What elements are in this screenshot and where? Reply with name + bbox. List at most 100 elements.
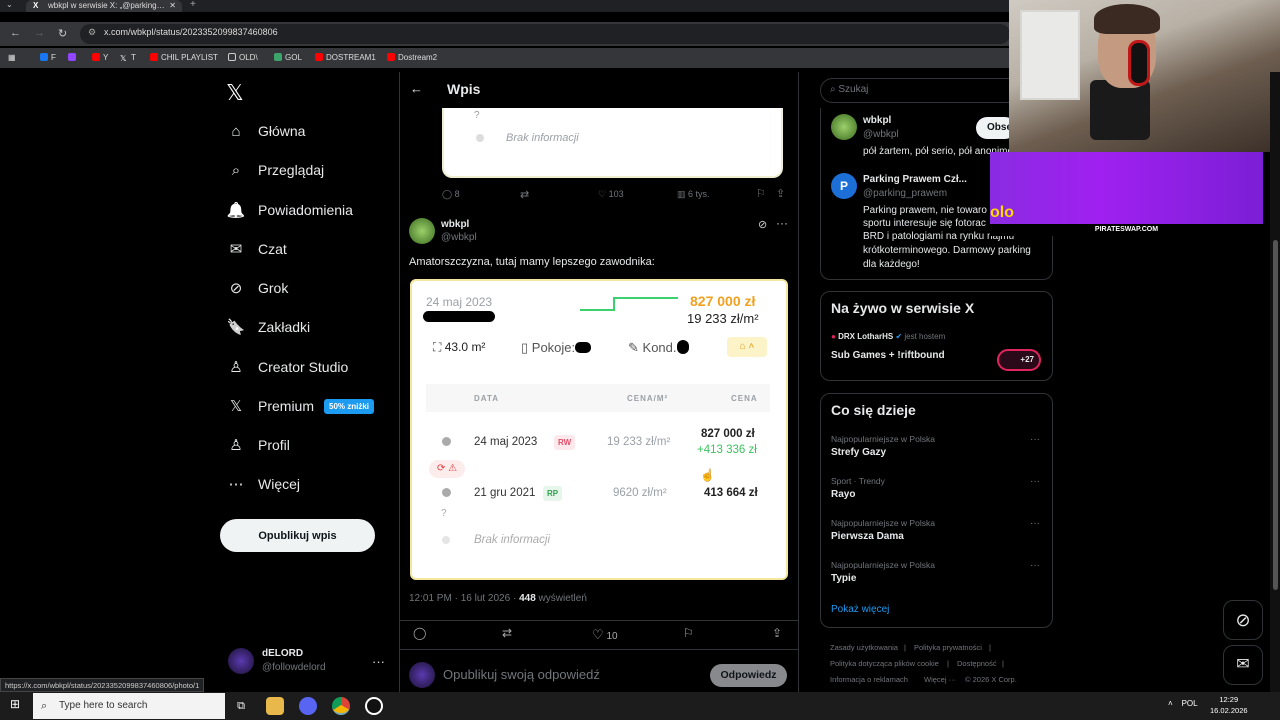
- like-action[interactable]: ♡ 103: [598, 189, 624, 200]
- discord-icon[interactable]: [299, 697, 317, 715]
- bookmark-favicon-icon: [315, 53, 323, 61]
- footer-link[interactable]: Zasady użytkowania: [830, 643, 898, 652]
- author-handle[interactable]: @wbkpl: [441, 232, 477, 243]
- bookmark-item[interactable]: CHIL PLAYLIST: [150, 53, 218, 62]
- bookmark-item[interactable]: Dostream2: [387, 53, 437, 62]
- bookmark-favicon-icon: [387, 53, 395, 61]
- bookmark-item[interactable]: GOL: [274, 53, 302, 62]
- x-logo-icon[interactable]: 𝕏: [226, 80, 244, 106]
- live-listener-count[interactable]: +27: [997, 349, 1041, 371]
- account-name[interactable]: wbkpl: [863, 115, 891, 126]
- footer-link[interactable]: Polityka dotycząca plików cookie: [830, 659, 939, 668]
- taskbar-clock[interactable]: 12:29 16.02.2026: [1210, 694, 1248, 716]
- reply-action[interactable]: ◯ 8: [442, 189, 460, 200]
- repost-icon[interactable]: ⇄: [520, 188, 529, 201]
- file-explorer-icon[interactable]: [266, 697, 284, 715]
- listing-rooms: ▯ Pokoje:: [521, 340, 592, 356]
- reply-icon[interactable]: ◯: [413, 626, 426, 640]
- nav-item-more[interactable]: ⋯ Więcej: [226, 472, 301, 496]
- nav-item-home[interactable]: ⌂ Główna: [226, 119, 305, 143]
- trend-name[interactable]: Rayo: [831, 489, 855, 500]
- trend-more-icon[interactable]: ···: [1030, 434, 1040, 445]
- author-name[interactable]: wbkpl: [441, 219, 469, 230]
- post-more-icon[interactable]: ···: [776, 216, 788, 230]
- like-action[interactable]: ♡ 10: [592, 627, 618, 643]
- trend-name[interactable]: Typie: [831, 573, 856, 584]
- bookmark-item[interactable]: Y: [92, 53, 108, 62]
- footer-link[interactable]: Informacja o reklamach: [830, 675, 908, 684]
- back-arrow-icon[interactable]: ←: [410, 81, 423, 96]
- bookmark-item[interactable]: [68, 53, 79, 62]
- bookmark-folder[interactable]: OLD\: [228, 53, 258, 62]
- post-button[interactable]: Opublikuj wpis: [220, 519, 375, 552]
- reply-button[interactable]: Odpowiedz: [710, 664, 787, 687]
- keyboard-language[interactable]: POL: [1182, 699, 1198, 708]
- nav-item-profile[interactable]: ♙ Profil: [226, 433, 290, 457]
- nav-item-notifications[interactable]: 🔔 Powiadomienia: [226, 198, 353, 222]
- close-tab-icon[interactable]: ✕: [169, 0, 176, 11]
- chrome-icon[interactable]: [332, 697, 350, 715]
- live-host[interactable]: ● DRX LotharHS ✔ jest hostem: [831, 332, 945, 341]
- grok-explain-icon[interactable]: ⊘: [758, 218, 767, 231]
- bookmark-favicon-icon: [68, 53, 76, 61]
- author-avatar[interactable]: [409, 218, 435, 244]
- trend-name[interactable]: Pierwsza Dama: [831, 531, 904, 542]
- user-avatar[interactable]: [228, 648, 254, 674]
- no-info-text: Brak informacji: [506, 132, 579, 144]
- footer-more-link[interactable]: Więcej ···: [924, 675, 956, 684]
- hand-cursor-icon: ☝: [700, 468, 715, 482]
- nav-item-creator-studio[interactable]: ♙ Creator Studio: [226, 355, 348, 379]
- nav-item-explore[interactable]: ⌕ Przeglądaj: [226, 158, 324, 182]
- show-more-link[interactable]: Pokaż więcej: [831, 604, 889, 615]
- messages-fab-icon[interactable]: ✉: [1223, 645, 1263, 685]
- apps-grid-icon[interactable]: ▦: [8, 53, 16, 62]
- forward-arrow-icon[interactable]: →: [34, 27, 45, 39]
- parking-avatar[interactable]: P: [831, 173, 857, 199]
- reload-icon[interactable]: ↻: [58, 27, 67, 40]
- user-name[interactable]: dELORD: [262, 648, 303, 659]
- repost-icon[interactable]: ⇄: [502, 626, 512, 640]
- back-arrow-icon[interactable]: ←: [10, 27, 21, 39]
- nav-item-grok[interactable]: ⊘ Grok: [226, 276, 289, 300]
- trend-name[interactable]: Strefy Gazy: [831, 447, 886, 458]
- col-date: DATA: [474, 394, 500, 403]
- account-handle: @parking_prawem: [863, 188, 948, 199]
- bookmark-icon[interactable]: ⚐: [683, 626, 694, 640]
- chart-toggle-button[interactable]: ⌂ ˄: [727, 337, 767, 357]
- bookmark-item[interactable]: DOSTREAM1: [315, 53, 376, 62]
- obs-icon[interactable]: [365, 697, 383, 715]
- grok-fab-icon[interactable]: ⊘: [1223, 600, 1263, 640]
- browser-tab[interactable]: X wbkpl w serwisie X: „@parking… ✕: [26, 0, 182, 12]
- task-view-icon[interactable]: ⧉: [232, 697, 250, 715]
- bookmark-icon[interactable]: ⚐: [756, 187, 766, 200]
- share-icon[interactable]: ⇪: [772, 626, 782, 640]
- site-info-icon[interactable]: ⚙: [88, 27, 96, 38]
- account-avatar[interactable]: [831, 114, 857, 140]
- nav-item-chat[interactable]: ✉ Czat: [226, 237, 287, 261]
- nav-item-bookmarks[interactable]: 🔖 Zakładki: [226, 315, 310, 339]
- trend-more-icon[interactable]: ···: [1030, 518, 1040, 529]
- tab-search-icon[interactable]: ⌄: [6, 0, 13, 9]
- share-icon[interactable]: ⇪: [776, 187, 785, 200]
- live-stream-title[interactable]: Sub Games + !riftbound: [831, 350, 945, 361]
- account-more-icon[interactable]: ···: [372, 654, 385, 669]
- nav-item-premium[interactable]: 𝕏 Premium: [226, 394, 314, 418]
- footer-link[interactable]: Polityka prywatności: [914, 643, 982, 652]
- trend-more-icon[interactable]: ···: [1030, 476, 1040, 487]
- taskbar-search[interactable]: ⌕ Type here to search: [33, 693, 225, 719]
- reply-input[interactable]: Opublikuj swoją odpowiedź: [443, 667, 600, 682]
- previous-post-image[interactable]: [442, 108, 783, 178]
- trend-more-icon[interactable]: ···: [1030, 560, 1040, 571]
- url-text[interactable]: x.com/wbkpl/status/2023352099837460806: [104, 27, 278, 37]
- account-name[interactable]: Parking Prawem Czł...: [863, 174, 967, 185]
- bookmark-item[interactable]: F: [40, 53, 56, 62]
- scrollbar-thumb[interactable]: [1273, 240, 1278, 590]
- webcam-microphone: [1090, 80, 1150, 140]
- windows-start-icon[interactable]: ⊞: [10, 697, 20, 711]
- views-action[interactable]: ▥ 6 tys.: [677, 189, 710, 200]
- post-meta: 12:01 PM · 16 lut 2026 · 448 wyświetleń: [409, 593, 587, 604]
- system-tray[interactable]: ˄ POL: [1168, 699, 1198, 708]
- bookmark-item[interactable]: 𝕏T: [120, 53, 136, 63]
- new-tab-icon[interactable]: +: [190, 0, 196, 10]
- footer-link[interactable]: Dostępność: [957, 659, 997, 668]
